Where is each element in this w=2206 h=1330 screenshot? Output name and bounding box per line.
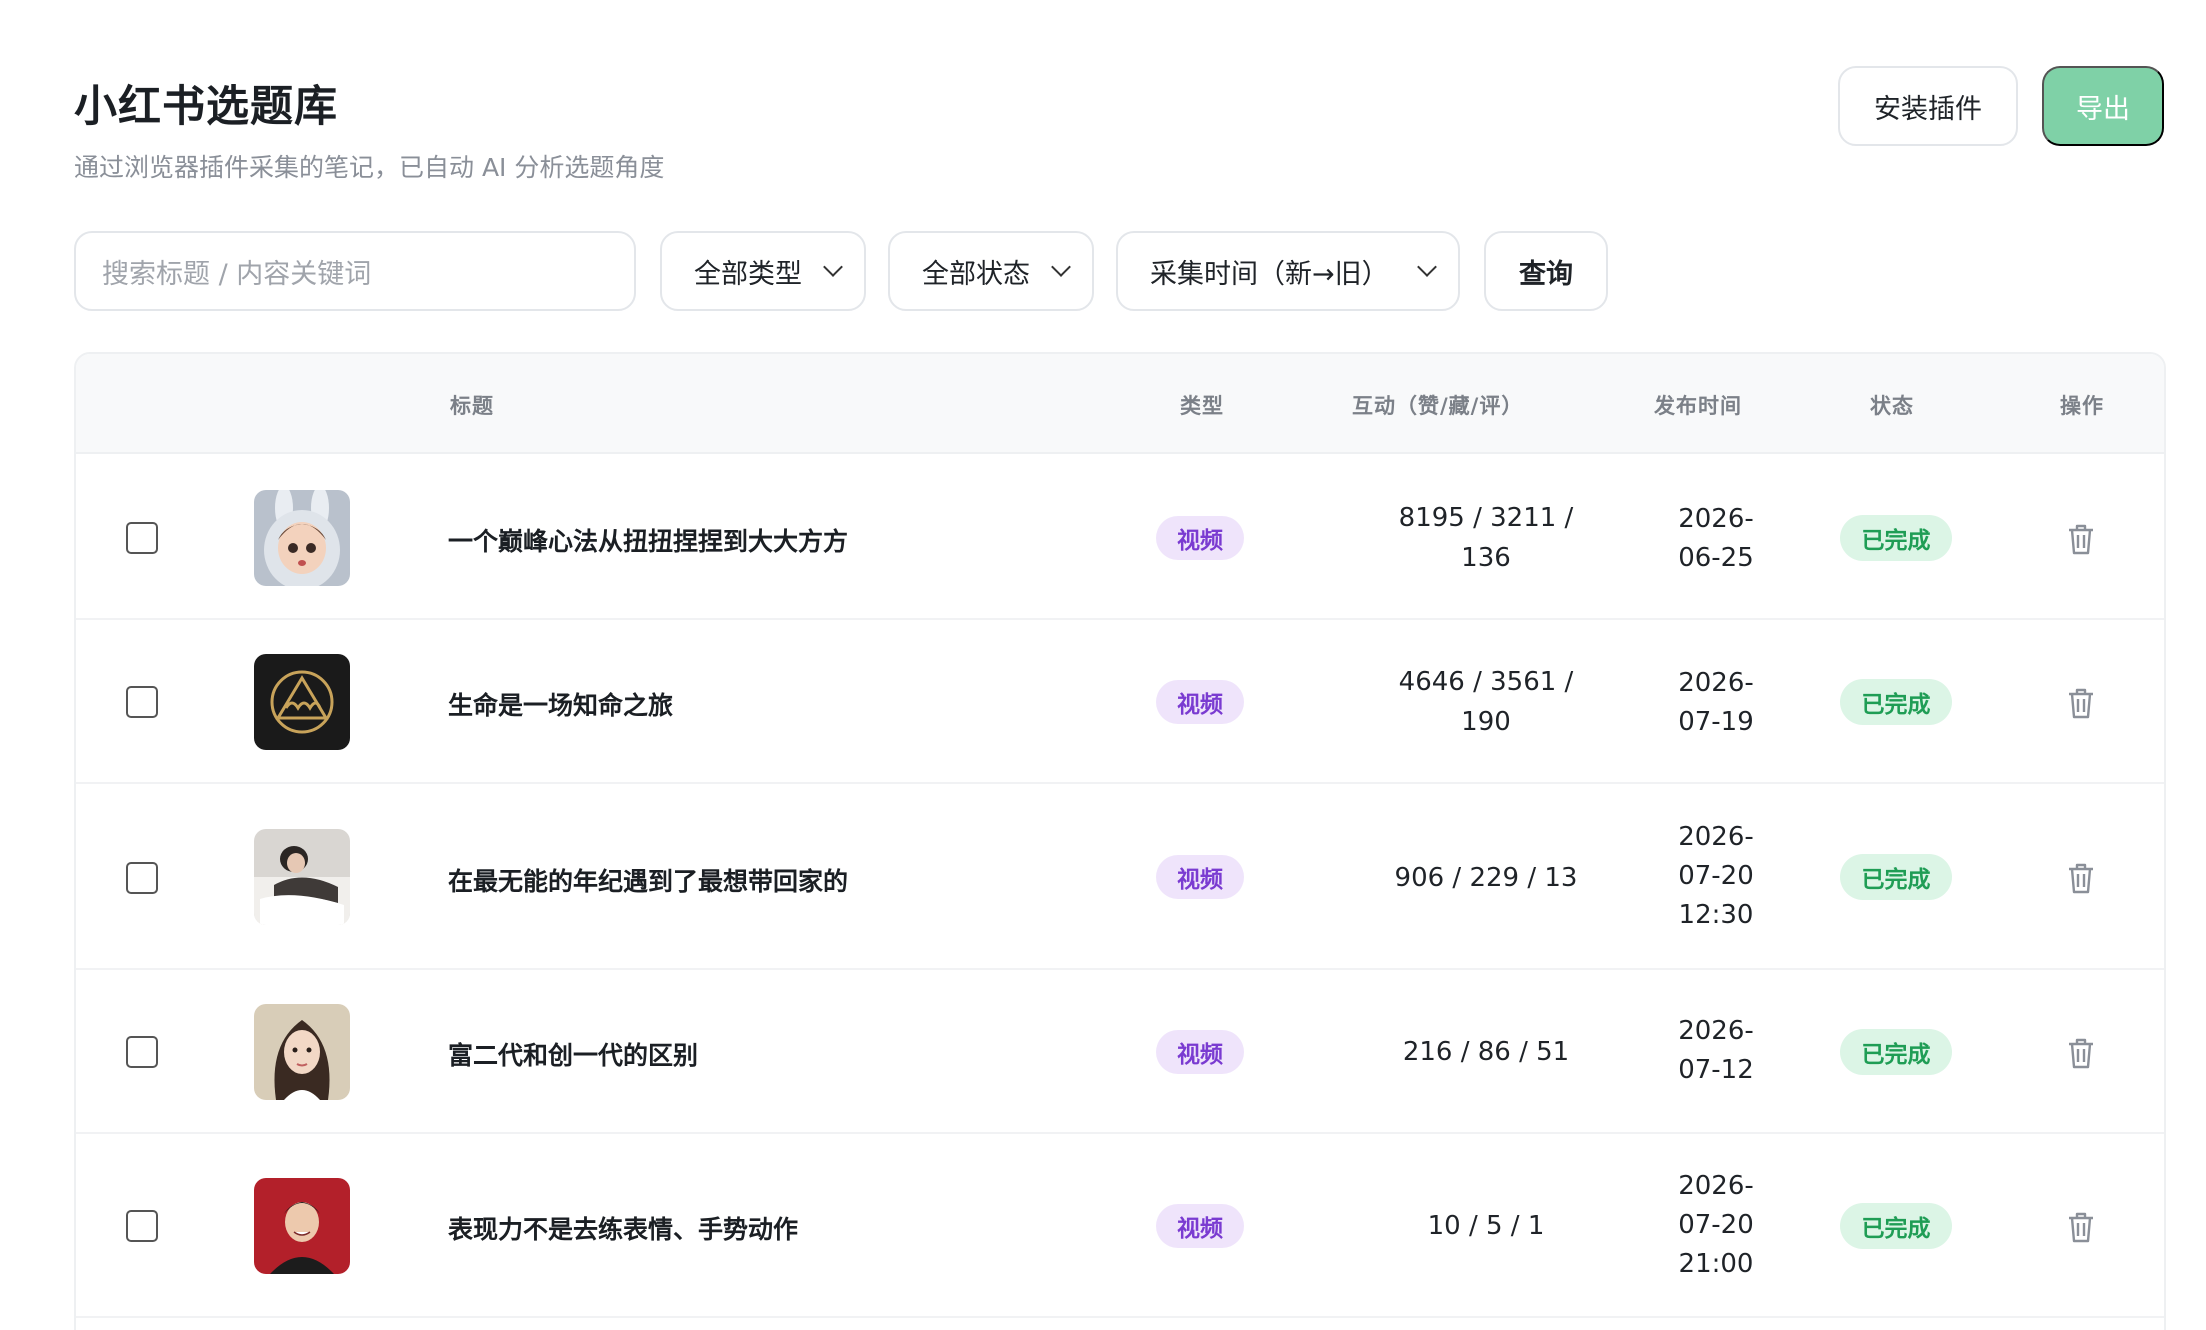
- type-tag: 视频: [1156, 855, 1244, 899]
- status-badge: 已完成: [1840, 1203, 1952, 1249]
- date-line: 2026-: [1678, 504, 1754, 534]
- date-line: 2026-: [1678, 822, 1754, 852]
- chevron-down-icon: [1417, 257, 1437, 277]
- date-line: 12:30: [1678, 900, 1754, 930]
- type-tag: 视频: [1156, 1204, 1244, 1248]
- page: 小红书选题库 通过浏览器插件采集的笔记，已自动 AI 分析选题角度 安装插件 导…: [0, 0, 2206, 1330]
- table-row: 富二代和创一代的区别 视频 216 / 86 / 51 2026- 07-12 …: [76, 970, 2164, 1134]
- man-red-background-image: [254, 1178, 350, 1274]
- interaction-line: 8195 / 3211 /: [1398, 503, 1574, 533]
- trash-icon[interactable]: [2066, 686, 2096, 720]
- sort-select[interactable]: 采集时间（新→旧）: [1116, 231, 1460, 311]
- table-row: 在最无能的年纪遇到了最想带回家的 视频 906 / 229 / 13 2026-…: [76, 784, 2164, 970]
- status-badge: 已完成: [1840, 1029, 1952, 1075]
- date-line: 07-20: [1678, 1210, 1754, 1240]
- date-line: 07-12: [1678, 1055, 1754, 1085]
- date-line: 2026-: [1678, 1016, 1754, 1046]
- row-checkbox[interactable]: [126, 522, 158, 554]
- publish-date: 2026- 06-25: [1606, 500, 1826, 578]
- column-status: 状态: [1870, 394, 1914, 418]
- export-button[interactable]: 导出: [2042, 66, 2164, 146]
- search-input[interactable]: 搜索标题 / 内容关键词: [74, 231, 636, 311]
- publish-date: 2026- 07-20 21:00: [1606, 1167, 1826, 1284]
- column-type: 类型: [1180, 394, 1224, 418]
- row-checkbox[interactable]: [126, 686, 158, 718]
- row-title[interactable]: 表现力不是去练表情、手势动作: [448, 1210, 798, 1246]
- interaction-line: 906 / 229 / 13: [1394, 863, 1578, 893]
- thumbnail[interactable]: [254, 1004, 350, 1100]
- interaction-line: 136: [1461, 543, 1511, 573]
- page-title: 小红书选题库: [74, 82, 338, 132]
- row-title[interactable]: 生命是一场知命之旅: [448, 686, 673, 722]
- interaction-line: 216 / 86 / 51: [1402, 1037, 1570, 1067]
- trash-icon[interactable]: [2066, 522, 2096, 556]
- bunny-girl-image: [254, 490, 350, 586]
- row-checkbox[interactable]: [126, 1210, 158, 1242]
- table-row: 一个巅峰心法从扭扭捏捏到大大方方 视频 8195 / 3211 / 136 20…: [76, 456, 2164, 620]
- row-checkbox[interactable]: [126, 1036, 158, 1068]
- row-checkbox[interactable]: [126, 862, 158, 894]
- publish-date: 2026- 07-19: [1606, 664, 1826, 742]
- query-button[interactable]: 查询: [1484, 231, 1608, 311]
- trash-icon[interactable]: [2066, 1036, 2096, 1070]
- interaction-line: 4646 / 3561 /: [1398, 667, 1574, 697]
- thumbnail[interactable]: [254, 829, 350, 925]
- column-published: 发布时间: [1654, 394, 1742, 418]
- interaction-value: 8195 / 3211 / 136: [1336, 498, 1636, 578]
- type-select-value: 全部类型: [694, 258, 802, 290]
- date-line: 2026-: [1678, 1171, 1754, 1201]
- interaction-line: 190: [1461, 707, 1511, 737]
- row-title[interactable]: 一个巅峰心法从扭扭捏捏到大大方方: [448, 522, 848, 558]
- column-interaction: 互动（赞/藏/评）: [1352, 394, 1524, 418]
- table-header: 标题 类型 互动（赞/藏/评） 发布时间 状态 操作: [76, 354, 2164, 454]
- chevron-down-icon: [823, 257, 843, 277]
- notes-table: 标题 类型 互动（赞/藏/评） 发布时间 状态 操作 一个巅峰心法从扭扭捏捏到大…: [74, 352, 2166, 1330]
- search-placeholder: 搜索标题 / 内容关键词: [102, 258, 372, 290]
- status-badge: 已完成: [1840, 679, 1952, 725]
- type-tag: 视频: [1156, 516, 1244, 560]
- trash-icon[interactable]: [2066, 1210, 2096, 1244]
- install-plugin-button[interactable]: 安装插件: [1838, 66, 2018, 146]
- bed-person-image: [254, 829, 350, 925]
- column-actions: 操作: [2060, 394, 2104, 418]
- page-subtitle: 通过浏览器插件采集的笔记，已自动 AI 分析选题角度: [74, 153, 665, 182]
- chevron-down-icon: [1051, 257, 1071, 277]
- thumbnail[interactable]: [254, 1178, 350, 1274]
- mountain-logo-image: [254, 654, 350, 750]
- interaction-value: 216 / 86 / 51: [1336, 1032, 1636, 1072]
- date-line: 06-25: [1678, 543, 1754, 573]
- date-line: 21:00: [1678, 1249, 1754, 1279]
- status-select-value: 全部状态: [922, 258, 1030, 290]
- type-tag: 视频: [1156, 680, 1244, 724]
- table-row: 生命是一场知命之旅 视频 4646 / 3561 / 190 2026- 07-…: [76, 620, 2164, 784]
- interaction-value: 906 / 229 / 13: [1336, 858, 1636, 898]
- table-row: 表现力不是去练表情、手势动作 视频 10 / 5 / 1 2026- 07-20…: [76, 1134, 2164, 1318]
- date-line: 07-19: [1678, 707, 1754, 737]
- row-title[interactable]: 富二代和创一代的区别: [448, 1036, 698, 1072]
- woman-portrait-image: [254, 1004, 350, 1100]
- column-title: 标题: [450, 394, 494, 418]
- status-badge: 已完成: [1840, 515, 1952, 561]
- publish-date: 2026- 07-12: [1606, 1012, 1826, 1090]
- status-badge: 已完成: [1840, 854, 1952, 900]
- thumbnail[interactable]: [254, 490, 350, 586]
- interaction-value: 10 / 5 / 1: [1336, 1206, 1636, 1246]
- status-select[interactable]: 全部状态: [888, 231, 1094, 311]
- trash-icon[interactable]: [2066, 861, 2096, 895]
- date-line: 07-20: [1678, 861, 1754, 891]
- row-title[interactable]: 在最无能的年纪遇到了最想带回家的: [448, 862, 848, 898]
- thumbnail[interactable]: [254, 654, 350, 750]
- date-line: 2026-: [1678, 668, 1754, 698]
- publish-date: 2026- 07-20 12:30: [1606, 818, 1826, 935]
- interaction-line: 10 / 5 / 1: [1427, 1211, 1545, 1241]
- type-select[interactable]: 全部类型: [660, 231, 866, 311]
- interaction-value: 4646 / 3561 / 190: [1336, 662, 1636, 742]
- type-tag: 视频: [1156, 1030, 1244, 1074]
- sort-select-value: 采集时间（新→旧）: [1150, 258, 1389, 290]
